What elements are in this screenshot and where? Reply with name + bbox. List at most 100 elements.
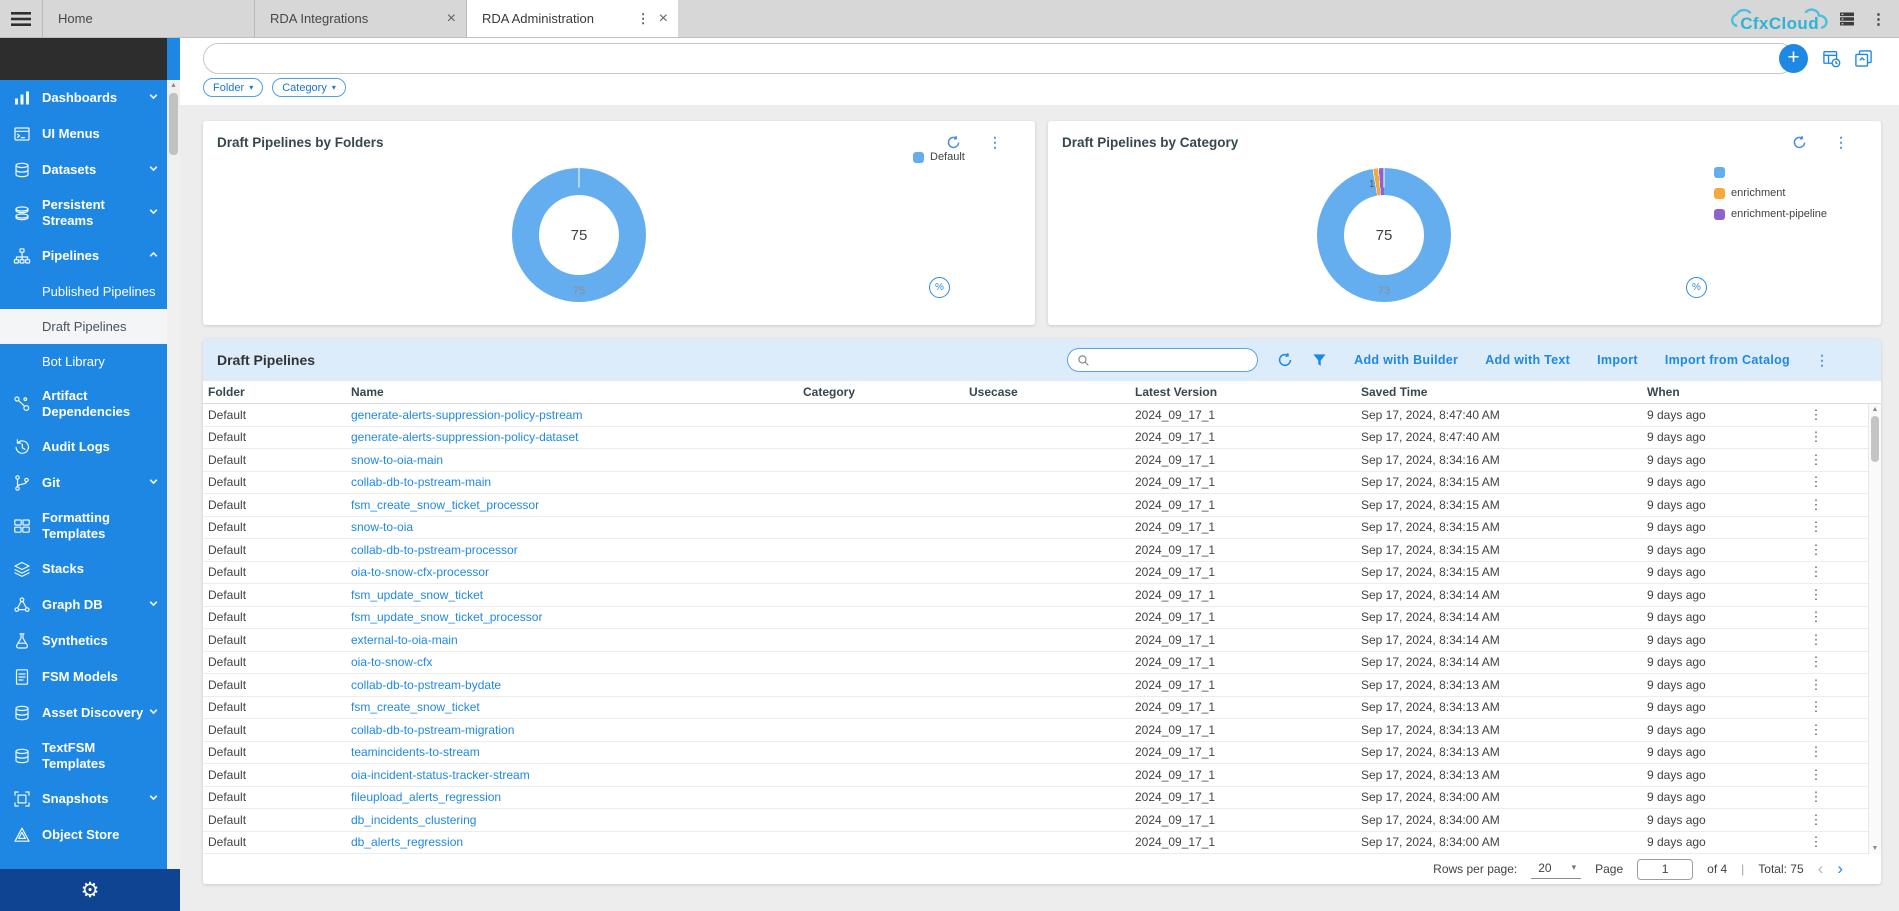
sidebar-item-ui-menus[interactable]: UI Menus xyxy=(0,116,167,152)
pipeline-name-link[interactable]: teamincidents-to-stream xyxy=(351,745,803,759)
pipeline-name-link[interactable]: generate-alerts-suppression-policy-pstre… xyxy=(351,408,803,422)
sidebar-item-stacks[interactable]: Stacks xyxy=(0,551,167,587)
sidebar-item-asset-discovery[interactable]: Asset Discovery xyxy=(0,695,167,731)
row-actions-kebab-icon[interactable]: ⋮ xyxy=(1805,677,1827,693)
settings-gear-icon[interactable]: ⚙ xyxy=(81,878,100,903)
pipeline-name-link[interactable]: fsm_create_snow_ticket xyxy=(351,700,803,714)
legend-item-enrichment[interactable]: enrichment xyxy=(1714,187,1827,199)
row-actions-kebab-icon[interactable]: ⋮ xyxy=(1805,452,1827,468)
pipeline-name-link[interactable]: collab-db-to-pstream-bydate xyxy=(351,678,803,692)
app-menu-kebab-icon[interactable]: ⋮ xyxy=(1871,10,1886,28)
category-donut-chart[interactable]: 75 73 1 xyxy=(1317,168,1451,302)
pipeline-name-link[interactable]: fileupload_alerts_regression xyxy=(351,790,803,804)
filter-chip-folder[interactable]: Folder▾ xyxy=(203,78,263,97)
filter-funnel-icon[interactable] xyxy=(1312,353,1327,368)
page-input[interactable]: 1 xyxy=(1637,859,1693,880)
global-search-input[interactable] xyxy=(203,43,1795,74)
sidebar-scrollbar[interactable]: ▲ xyxy=(167,80,180,869)
import-from-catalog-button[interactable]: Import from Catalog xyxy=(1665,353,1790,367)
sidebar-item-graph-db[interactable]: Graph DB xyxy=(0,587,167,623)
legend-item-default[interactable]: Default xyxy=(913,151,965,163)
table-scroll-thumb[interactable] xyxy=(1871,416,1879,462)
prev-page-icon[interactable]: ‹ xyxy=(1818,859,1824,879)
sidebar-item-pipelines[interactable]: Pipelines xyxy=(0,238,167,274)
refresh-icon[interactable] xyxy=(1792,135,1807,150)
table-menu-kebab-icon[interactable]: ⋮ xyxy=(1815,352,1829,369)
row-actions-kebab-icon[interactable]: ⋮ xyxy=(1805,609,1827,625)
pipeline-name-link[interactable]: collab-db-to-pstream-main xyxy=(351,475,803,489)
row-actions-kebab-icon[interactable]: ⋮ xyxy=(1805,474,1827,490)
row-actions-kebab-icon[interactable]: ⋮ xyxy=(1805,722,1827,738)
sidebar-subitem-published-pipelines[interactable]: Published Pipelines xyxy=(0,274,167,309)
legend-item-item[interactable] xyxy=(1714,166,1827,178)
pipeline-name-link[interactable]: db_alerts_regression xyxy=(351,835,803,849)
sidebar-item-object-store[interactable]: Object Store xyxy=(0,817,167,853)
row-actions-kebab-icon[interactable]: ⋮ xyxy=(1805,767,1827,783)
row-actions-kebab-icon[interactable]: ⋮ xyxy=(1805,834,1827,850)
hamburger-menu-button[interactable] xyxy=(0,0,42,37)
sidebar-subitem-draft-pipelines[interactable]: Draft Pipelines xyxy=(0,309,167,344)
row-actions-kebab-icon[interactable]: ⋮ xyxy=(1805,654,1827,670)
scroll-down-icon[interactable]: ▼ xyxy=(1869,845,1881,852)
row-actions-kebab-icon[interactable]: ⋮ xyxy=(1805,699,1827,715)
sidebar-scroll-thumb[interactable] xyxy=(169,93,178,155)
sidebar-item-datasets[interactable]: Datasets xyxy=(0,152,167,188)
pipeline-name-link[interactable]: collab-db-to-pstream-migration xyxy=(351,723,803,737)
row-actions-kebab-icon[interactable]: ⋮ xyxy=(1805,632,1827,648)
chart-menu-kebab-icon[interactable]: ⋮ xyxy=(1834,134,1848,151)
window-copy-icon[interactable] xyxy=(1854,49,1873,68)
tab-rda-administration[interactable]: RDA Administration⋮× xyxy=(466,0,678,37)
table-scrollbar[interactable]: ▲ ▼ xyxy=(1868,404,1881,854)
refresh-icon[interactable] xyxy=(946,135,961,150)
tab-menu-kebab-icon[interactable]: ⋮ xyxy=(637,11,650,27)
pipeline-name-link[interactable]: oia-incident-status-tracker-stream xyxy=(351,768,803,782)
pipeline-name-link[interactable]: oia-to-snow-cfx xyxy=(351,655,803,669)
row-actions-kebab-icon[interactable]: ⋮ xyxy=(1805,789,1827,805)
sidebar-item-audit-logs[interactable]: Audit Logs xyxy=(0,429,167,465)
sidebar-item-git[interactable]: Git xyxy=(0,465,167,501)
sidebar-item-synthetics[interactable]: Synthetics xyxy=(0,623,167,659)
app-list-icon[interactable] xyxy=(1838,10,1856,28)
pipeline-name-link[interactable]: fsm_create_snow_ticket_processor xyxy=(351,498,803,512)
refresh-icon[interactable] xyxy=(1277,352,1293,368)
sidebar-item-artifact-dependencies[interactable]: Artifact Dependencies xyxy=(0,379,167,429)
row-actions-kebab-icon[interactable]: ⋮ xyxy=(1805,564,1827,580)
sidebar-item-textfsm-templates[interactable]: TextFSM Templates xyxy=(0,731,167,781)
row-actions-kebab-icon[interactable]: ⋮ xyxy=(1805,812,1827,828)
pipeline-name-link[interactable]: db_incidents_clustering xyxy=(351,813,803,827)
table-search[interactable] xyxy=(1067,348,1258,372)
sidebar-item-fsm-models[interactable]: FSM Models xyxy=(0,659,167,695)
table-search-input[interactable] xyxy=(1096,353,1248,367)
pipeline-name-link[interactable]: collab-db-to-pstream-processor xyxy=(351,543,803,557)
sidebar-item-dashboards[interactable]: Dashboards xyxy=(0,80,167,116)
legend-item-enrichment-pipeline[interactable]: enrichment-pipeline xyxy=(1714,208,1827,220)
pipeline-name-link[interactable]: fsm_update_snow_ticket xyxy=(351,588,803,602)
rows-per-page-select[interactable]: 20 ▾ xyxy=(1531,860,1581,879)
pipeline-name-link[interactable]: external-to-oia-main xyxy=(351,633,803,647)
tab-close-icon[interactable]: × xyxy=(659,12,668,26)
pipeline-name-link[interactable]: snow-to-oia xyxy=(351,520,803,534)
sidebar-item-persistent-streams[interactable]: Persistent Streams xyxy=(0,188,167,238)
percent-toggle-icon[interactable]: % xyxy=(1686,277,1707,298)
add-with-text-button[interactable]: Add with Text xyxy=(1485,353,1570,367)
row-actions-kebab-icon[interactable]: ⋮ xyxy=(1805,429,1827,445)
scroll-up-icon[interactable]: ▲ xyxy=(1869,406,1881,413)
filter-chip-category[interactable]: Category▾ xyxy=(272,78,346,97)
pipeline-name-link[interactable]: fsm_update_snow_ticket_processor xyxy=(351,610,803,624)
row-actions-kebab-icon[interactable]: ⋮ xyxy=(1805,542,1827,558)
percent-toggle-icon[interactable]: % xyxy=(929,277,950,298)
row-actions-kebab-icon[interactable]: ⋮ xyxy=(1805,497,1827,513)
sidebar-item-snapshots[interactable]: Snapshots xyxy=(0,781,167,817)
folders-donut-chart[interactable]: 75 75 xyxy=(512,168,646,302)
row-actions-kebab-icon[interactable]: ⋮ xyxy=(1805,587,1827,603)
sidebar-subitem-bot-library[interactable]: Bot Library xyxy=(0,344,167,379)
add-with-builder-button[interactable]: Add with Builder xyxy=(1354,353,1458,367)
scroll-up-icon[interactable]: ▲ xyxy=(167,82,180,89)
add-button[interactable]: + xyxy=(1779,44,1808,73)
row-actions-kebab-icon[interactable]: ⋮ xyxy=(1805,744,1827,760)
next-page-icon[interactable]: › xyxy=(1837,859,1843,879)
tab-close-icon[interactable]: × xyxy=(447,12,456,26)
table-clock-icon[interactable] xyxy=(1822,49,1841,68)
row-actions-kebab-icon[interactable]: ⋮ xyxy=(1805,407,1827,423)
chart-menu-kebab-icon[interactable]: ⋮ xyxy=(988,134,1002,151)
